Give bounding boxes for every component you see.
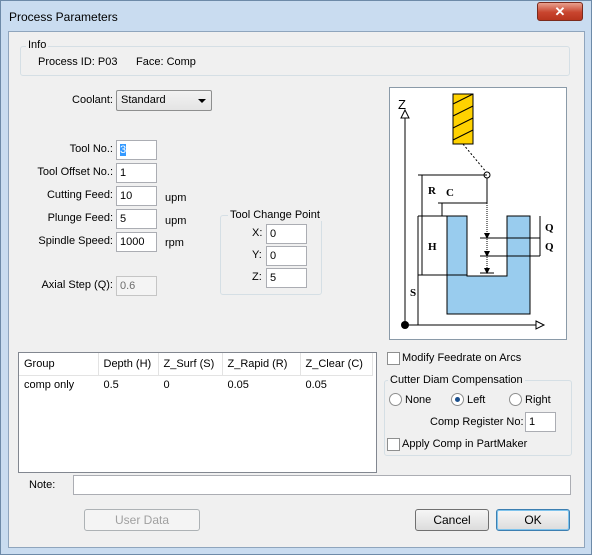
spindle-speed-input[interactable]: 1000 xyxy=(116,232,157,252)
dim-s-label: S xyxy=(410,287,416,299)
apply-comp-checkbox[interactable] xyxy=(387,438,400,451)
col-header-zclear[interactable]: Z_Clear (C) xyxy=(300,353,373,376)
comp-none-label: None xyxy=(405,394,432,406)
tc-y-label: Y: xyxy=(252,249,262,261)
coolant-value: Standard xyxy=(121,94,166,106)
tool-no-value: 3 xyxy=(120,144,127,156)
tool-offset-label: Tool Offset No.: xyxy=(37,166,113,178)
x-axis-arrow-icon xyxy=(535,320,546,330)
tool-no-input[interactable]: 3 xyxy=(116,140,157,160)
process-id-text: Process ID: P03 xyxy=(38,56,118,68)
plunge-feed-input[interactable]: 5 xyxy=(116,209,157,229)
axial-step-label: Axial Step (Q): xyxy=(41,279,113,291)
end-mill-icon xyxy=(452,93,474,145)
group-table-grid: Group Depth (H) Z_Surf (S) Z_Rapid (R) Z… xyxy=(19,353,373,395)
info-group-title: Info xyxy=(26,39,49,51)
comp-register-input[interactable]: 1 xyxy=(525,412,556,432)
note-label: Note: xyxy=(29,479,56,491)
close-button[interactable]: ✕ xyxy=(537,2,583,21)
ok-button[interactable]: OK xyxy=(496,509,570,531)
coolant-select[interactable]: Standard xyxy=(116,90,212,111)
comp-right-label: Right xyxy=(525,394,551,406)
tool-path-diagonal xyxy=(462,143,488,174)
cutter-comp-title: Cutter Diam Compensation xyxy=(388,374,525,386)
cutting-feed-input[interactable]: 10 xyxy=(116,186,157,206)
cutting-feed-label: Cutting Feed: xyxy=(46,189,113,201)
tool-no-label: Tool No.: xyxy=(69,143,113,155)
cell-zrapid: 0.05 xyxy=(222,375,301,395)
dim-r-label: R xyxy=(428,185,437,197)
parameters-diagram: Z R C H S Q Q xyxy=(389,87,567,340)
dim-q2-label: Q xyxy=(545,241,554,253)
cutting-feed-unit: upm xyxy=(165,192,187,204)
cell-group: comp only xyxy=(19,375,99,395)
group-table[interactable]: Group Depth (H) Z_Surf (S) Z_Rapid (R) Z… xyxy=(18,352,377,473)
dim-c-label: C xyxy=(446,187,454,199)
tool-change-title: Tool Change Point xyxy=(228,209,322,221)
spindle-speed-label: Spindle Speed: xyxy=(38,235,113,247)
window-title: Process Parameters xyxy=(9,10,118,24)
table-header-row: Group Depth (H) Z_Surf (S) Z_Rapid (R) Z… xyxy=(19,353,373,376)
col-header-depth[interactable]: Depth (H) xyxy=(98,353,159,376)
dialog-window: Process Parameters ✕ Info Process ID: P0… xyxy=(0,0,592,555)
tc-z-input[interactable]: 5 xyxy=(266,268,307,288)
cancel-button[interactable]: Cancel xyxy=(415,509,489,531)
user-data-button[interactable]: User Data xyxy=(84,509,200,531)
comp-left-label: Left xyxy=(467,394,486,406)
tool-offset-input[interactable]: 1 xyxy=(116,163,157,183)
plunge-feed-unit: upm xyxy=(165,215,187,227)
modify-feedrate-label: Modify Feedrate on Arcs xyxy=(402,352,522,364)
z-axis-label: Z xyxy=(398,97,406,112)
col-header-zsurf[interactable]: Z_Surf (S) xyxy=(158,353,223,376)
diagram-svg: Z R C H S Q Q xyxy=(398,93,554,330)
spindle-speed-unit: rpm xyxy=(165,237,184,249)
coolant-label: Coolant: xyxy=(72,94,113,106)
origin-point-icon xyxy=(401,321,409,329)
modify-feedrate-checkbox[interactable] xyxy=(387,352,400,365)
tc-x-input[interactable]: 0 xyxy=(266,224,307,244)
dim-h-label: H xyxy=(428,241,437,253)
comp-left-radio[interactable] xyxy=(451,393,464,406)
tc-x-label: X: xyxy=(252,227,263,239)
cell-depth: 0.5 xyxy=(98,375,159,395)
axial-step-input: 0.6 xyxy=(116,276,157,296)
title-bar: Process Parameters ✕ xyxy=(1,1,591,31)
col-header-zrapid[interactable]: Z_Rapid (R) xyxy=(222,353,301,376)
table-row[interactable]: comp only 0.5 0 0.05 0.05 xyxy=(19,375,373,395)
apply-comp-label: Apply Comp in PartMaker xyxy=(402,438,528,450)
cell-zsurf: 0 xyxy=(158,375,223,395)
col-header-group[interactable]: Group xyxy=(19,353,99,376)
comp-right-radio[interactable] xyxy=(509,393,522,406)
tc-y-input[interactable]: 0 xyxy=(266,246,307,266)
cell-zclear: 0.05 xyxy=(300,375,373,395)
plunge-feed-label: Plunge Feed: xyxy=(47,212,113,224)
dialog-body: Info Process ID: P03 Face: Comp Coolant:… xyxy=(8,31,585,548)
chevron-down-icon xyxy=(198,99,206,103)
note-input[interactable] xyxy=(73,475,571,495)
comp-register-label: Comp Register No: xyxy=(430,416,524,428)
workpiece-shape xyxy=(446,215,531,315)
tc-z-label: Z: xyxy=(252,271,262,283)
dim-q1-label: Q xyxy=(545,222,554,234)
face-text: Face: Comp xyxy=(136,56,196,68)
comp-none-radio[interactable] xyxy=(389,393,402,406)
